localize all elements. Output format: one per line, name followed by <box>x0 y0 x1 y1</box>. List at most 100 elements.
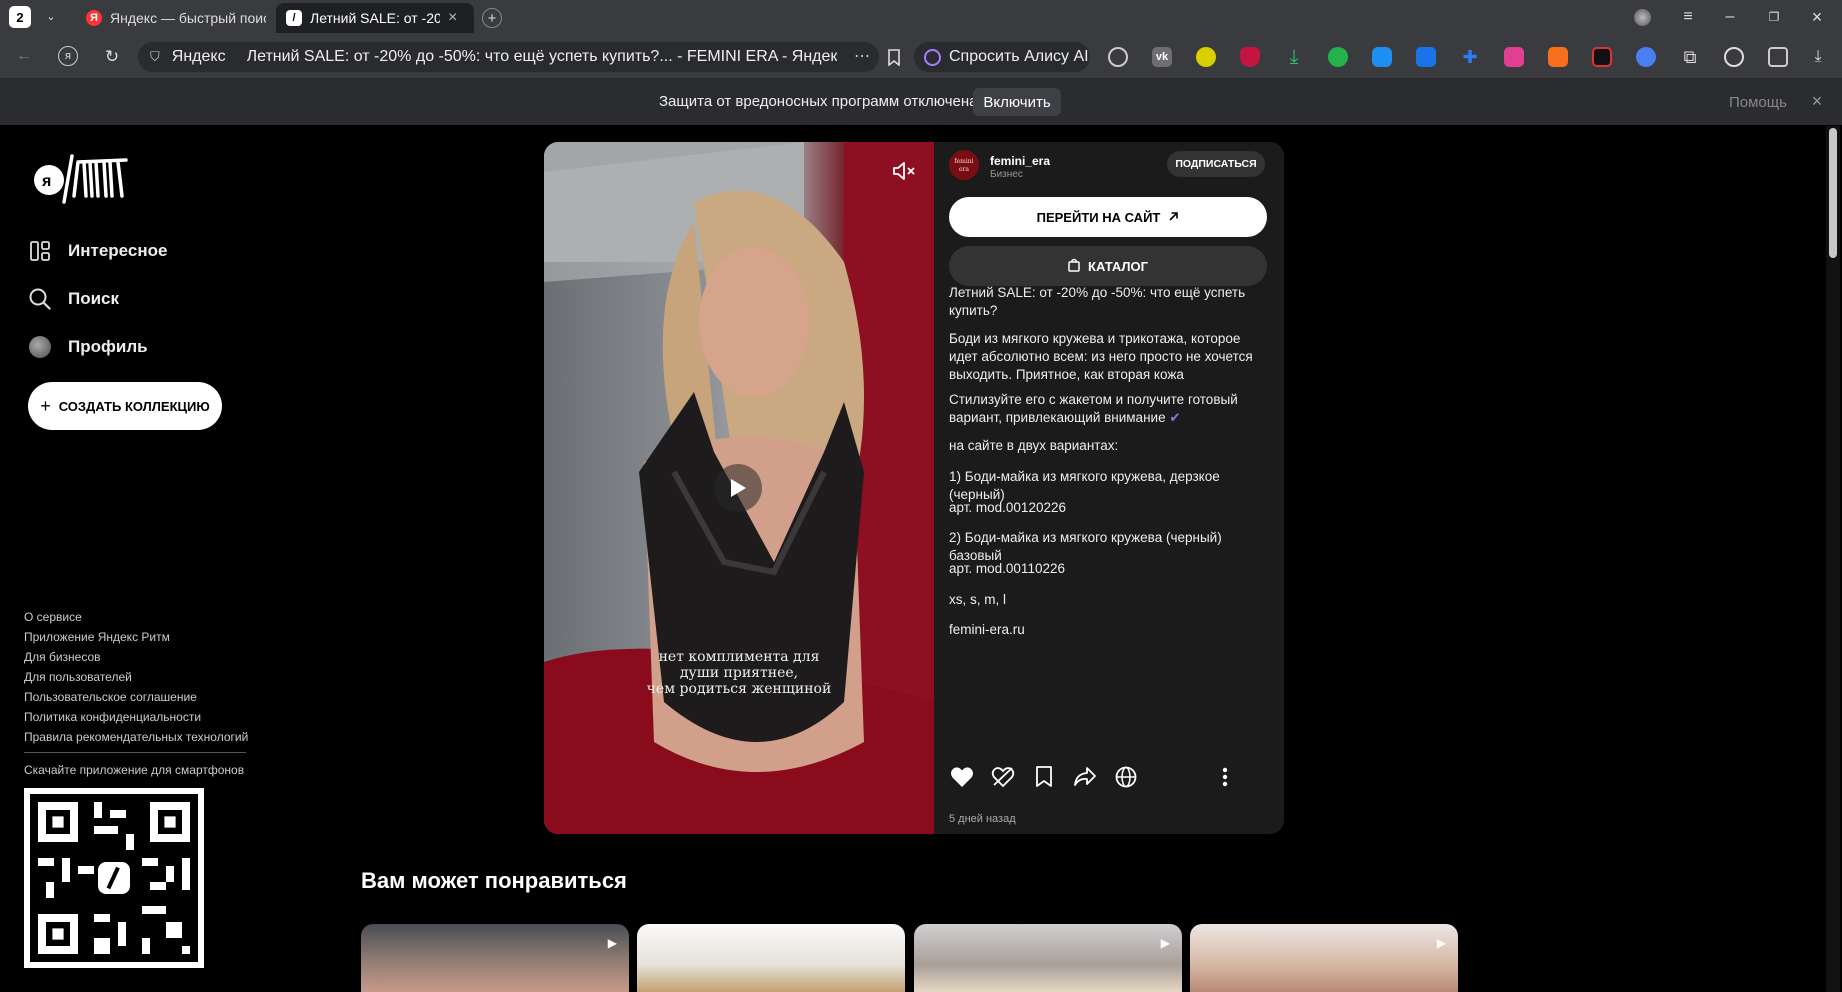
subscribe-label: ПОДПИСАТЬСЯ <box>1175 158 1257 170</box>
arrow-down-blue-icon[interactable] <box>1416 47 1436 67</box>
footer-link-privacy[interactable]: Политика конфиденциальности <box>24 710 201 724</box>
tab-label: Яндекс — быстрый поиск <box>110 10 266 26</box>
play-icon[interactable] <box>714 464 762 512</box>
save-icon[interactable] <box>1031 764 1057 790</box>
post-description-paragraph: Боди из мягкого кружева и трикотажа, кот… <box>949 331 1253 382</box>
create-collection-button[interactable]: + СОЗДАТЬ КОЛЛЕКЦИЮ <box>28 382 222 430</box>
catalog-icon <box>1068 258 1080 275</box>
more-icon[interactable]: ⋯ <box>854 46 870 66</box>
tab-bar: 2 ⌄ Я Яндекс — быстрый поиск / Летний SA… <box>0 0 1842 34</box>
caption-line: нет комплимента для <box>658 649 820 665</box>
check-icon: ✔ <box>1169 410 1181 425</box>
yandex-icon: Я <box>86 10 102 26</box>
ublock-icon[interactable] <box>1240 47 1260 67</box>
post-description-sizes: xs, s, m, l <box>949 592 1006 607</box>
share-icon[interactable] <box>1072 764 1098 790</box>
dark-ext-icon[interactable] <box>1592 47 1612 67</box>
sidebar-item-search[interactable]: Поиск <box>29 288 119 310</box>
puzzle-blue-icon[interactable]: ✚ <box>1460 47 1480 67</box>
post-description-title: Летний SALE: от -20% до -50%: что ещё ус… <box>949 285 1246 318</box>
yandex-button-icon[interactable]: я <box>58 46 78 66</box>
catalog-button[interactable]: КАТАЛОГ <box>949 246 1267 286</box>
post-timestamp: 5 дней назад <box>949 813 1016 825</box>
play-ext-icon[interactable] <box>1724 47 1744 67</box>
back-icon[interactable]: ← <box>14 46 34 66</box>
recommendation-card[interactable]: ▶ <box>1190 924 1458 992</box>
tab-ritm[interactable]: / Летний SALE: от -20% д × <box>276 3 474 33</box>
post-description-site[interactable]: femini-era.ru <box>949 621 1269 639</box>
post-description-article: арт. mod.00120226 <box>949 500 1066 515</box>
author-name[interactable]: femini_era <box>990 154 1050 168</box>
go-to-site-label: ПЕРЕЙТИ НА САЙТ <box>1036 209 1161 225</box>
profile-avatar[interactable] <box>1634 9 1651 26</box>
recommendation-card[interactable]: ▶ <box>361 924 629 992</box>
close-window-icon[interactable]: × <box>1808 8 1826 26</box>
video-indicator-icon: ▶ <box>1160 936 1170 950</box>
footer-link-about[interactable]: О сервисе <box>24 610 82 624</box>
footer-link-app[interactable]: Приложение Яндекс Ритм <box>24 630 170 644</box>
vk-icon[interactable]: vk <box>1152 47 1172 67</box>
tab-label: Летний SALE: от -20% д <box>310 10 440 26</box>
close-icon[interactable]: × <box>1808 92 1826 110</box>
sidebar-item-label: Поиск <box>68 289 120 308</box>
reload-icon[interactable]: ↻ <box>102 46 122 66</box>
qr-code[interactable] <box>24 788 204 968</box>
restore-icon[interactable]: ❐ <box>1765 8 1783 26</box>
video-player[interactable]: нет комплимента для души приятнее, чем р… <box>544 142 934 834</box>
address-bar[interactable]: ⛉ Яндекс Летний SALE: от -20% до -50%: ч… <box>138 42 879 72</box>
mute-icon[interactable] <box>892 160 916 182</box>
tab-yandex[interactable]: Я Яндекс — быстрый поиск <box>76 3 266 33</box>
more-options-icon[interactable] <box>1212 764 1238 790</box>
avatar <box>29 336 51 358</box>
ask-alice-button[interactable]: Спросить Алису AI <box>914 42 1090 72</box>
globe-icon[interactable] <box>1113 764 1139 790</box>
bookmark-icon[interactable] <box>886 48 902 66</box>
bookmarks-icon[interactable] <box>1768 47 1788 67</box>
author-type: Бизнес <box>990 169 1023 180</box>
search-icon <box>29 288 51 310</box>
go-to-site-button[interactable]: ПЕРЕЙТИ НА САЙТ <box>949 197 1267 237</box>
external-arrow-icon <box>1168 210 1179 225</box>
footer-link-agreement[interactable]: Пользовательское соглашение <box>24 690 197 704</box>
video-indicator-icon: ▶ <box>607 936 617 950</box>
app-download-caption: Скачайте приложение для смартфонов <box>24 763 245 777</box>
sidebar-item-label: Интересное <box>68 241 168 260</box>
recommendation-card[interactable] <box>637 924 905 992</box>
post-description-paragraph: Стилизуйте его с жакетом и получите гото… <box>949 391 1269 427</box>
dislike-icon[interactable] <box>990 764 1016 790</box>
footer-link-business[interactable]: Для бизнесов <box>24 650 101 664</box>
video-indicator-icon: ▶ <box>1436 936 1446 950</box>
menu-icon[interactable]: ≡ <box>1679 8 1697 26</box>
extensions-icon[interactable]: ⧉ <box>1680 47 1700 67</box>
sidebar-item-interesting[interactable]: Интересное <box>29 240 167 262</box>
sidebar-item-profile[interactable]: Профиль <box>29 336 148 358</box>
enable-protection-button[interactable]: Включить <box>973 88 1061 116</box>
download-green-icon[interactable] <box>1328 47 1348 67</box>
footer-link-users[interactable]: Для пользователей <box>24 670 132 684</box>
lightbulb-icon[interactable] <box>1108 47 1128 67</box>
like-icon[interactable] <box>949 764 975 790</box>
heart-plus-icon[interactable] <box>1636 47 1656 67</box>
ritm-icon: / <box>286 10 302 26</box>
new-tab-icon[interactable]: + <box>482 8 502 28</box>
audio-pink-icon[interactable] <box>1504 47 1524 67</box>
svg-text:я: я <box>41 173 51 190</box>
author-avatar[interactable]: femini era <box>949 150 979 180</box>
download-manager-icon[interactable]: ⤓ <box>1808 47 1828 67</box>
help-link[interactable]: Помощь <box>1729 94 1787 111</box>
alice-icon <box>924 48 941 66</box>
download-icon[interactable]: ⤓ <box>1284 47 1304 67</box>
ritm-logo[interactable]: я <box>34 152 130 204</box>
subscribe-button[interactable]: ПОДПИСАТЬСЯ <box>1167 151 1265 177</box>
close-icon[interactable]: × <box>448 9 457 27</box>
tab-counter[interactable]: 2 <box>9 6 31 28</box>
post-card: нет комплимента для души приятнее, чем р… <box>544 142 1284 834</box>
recommendation-card[interactable]: ▶ <box>914 924 1182 992</box>
coin-icon[interactable] <box>1196 47 1216 67</box>
minimize-icon[interactable]: – <box>1721 8 1739 26</box>
footer-link-recommendations[interactable]: Правила рекомендательных технологий <box>24 730 248 744</box>
arrow-blue-icon[interactable] <box>1372 47 1392 67</box>
soundcloud-icon[interactable] <box>1548 47 1568 67</box>
chevron-down-icon[interactable]: ⌄ <box>42 8 60 26</box>
scrollbar-thumb[interactable] <box>1829 128 1837 258</box>
